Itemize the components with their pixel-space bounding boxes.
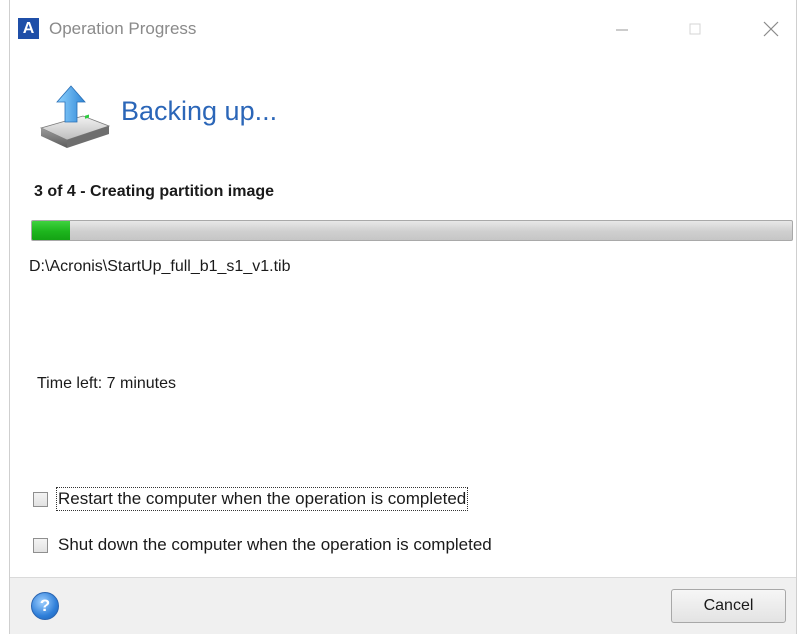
minimize-icon (616, 29, 628, 31)
maximize-button[interactable] (680, 14, 710, 44)
time-left-label: Time left: 7 minutes (37, 375, 177, 392)
shutdown-checkbox[interactable] (33, 537, 48, 553)
help-icon[interactable]: ? (31, 592, 59, 620)
shutdown-option-label[interactable]: Shut down the computer when the operatio… (58, 535, 492, 555)
cancel-button[interactable]: Cancel (671, 589, 786, 623)
dialog-footer: ? Cancel (10, 577, 796, 634)
restart-option[interactable]: Restart the computer when the operation … (33, 487, 469, 511)
operation-heading: Backing up... (121, 96, 278, 126)
acronis-logo-icon: A (18, 18, 39, 39)
minimize-button[interactable] (607, 14, 637, 44)
backup-file-path: D:\Acronis\StartUp_full_b1_s1_v1.tib (29, 258, 291, 275)
close-button[interactable] (756, 14, 786, 44)
maximize-icon (689, 23, 701, 35)
shutdown-option[interactable]: Shut down the computer when the operatio… (33, 535, 492, 555)
window-title: Operation Progress (49, 19, 197, 38)
close-icon (763, 21, 779, 37)
progress-bar (31, 220, 793, 241)
title-bar[interactable]: A Operation Progress (10, 0, 796, 62)
step-label: 3 of 4 - Creating partition image (34, 183, 275, 200)
restart-checkbox[interactable] (33, 491, 48, 507)
restart-option-label[interactable]: Restart the computer when the operation … (55, 487, 469, 511)
backup-drive-icon (39, 85, 111, 148)
operation-progress-window: A Operation Progress Backing up... 3 of … (9, 0, 797, 634)
progress-bar-fill (32, 221, 70, 240)
